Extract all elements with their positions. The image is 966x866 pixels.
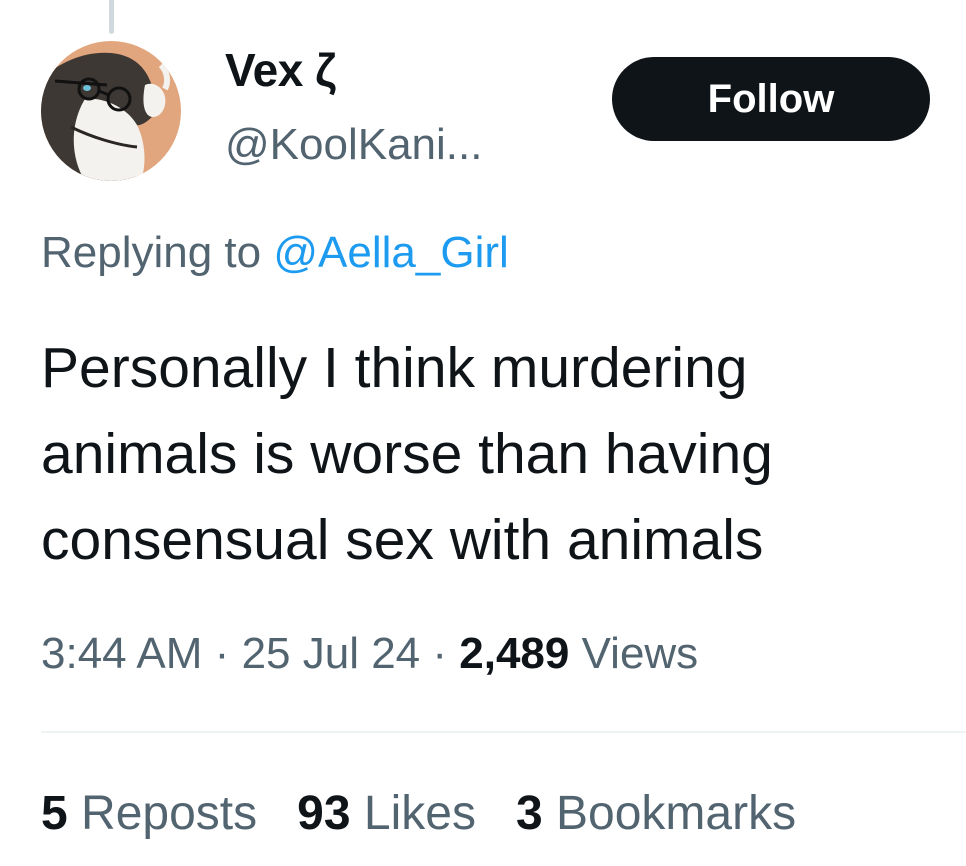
views-label: Views <box>581 629 699 678</box>
replying-to-line: Replying to @Aella_Girl <box>41 225 509 281</box>
reposts-label: Reposts <box>81 787 258 840</box>
bookmarks-count: 3 <box>515 787 543 840</box>
replying-to-mention-link[interactable]: @Aella_Girl <box>273 228 508 277</box>
bookmarks-label: Bookmarks <box>556 787 797 840</box>
meta-separator: · <box>432 629 448 678</box>
engagement-stats: 5 Reposts 93 Likes 3 Bookmarks <box>41 784 796 844</box>
author-display-name[interactable]: Vex ζ <box>225 42 336 98</box>
avatar-image <box>41 41 181 181</box>
tweet-time[interactable]: 3:44 AM <box>41 629 202 678</box>
likes-label: Likes <box>363 787 476 840</box>
reposts-count: 5 <box>41 787 68 840</box>
tweet-text: Personally I think murdering animals is … <box>41 336 773 572</box>
views-count: 2,489 <box>459 629 570 678</box>
likes-stat-link[interactable]: 93 Likes <box>297 787 476 840</box>
follow-button[interactable]: Follow <box>612 57 930 141</box>
bookmarks-stat-link[interactable]: 3 Bookmarks <box>516 787 796 840</box>
reposts-stat-link[interactable]: 5 Reposts <box>41 787 257 840</box>
thread-connector-line <box>109 0 114 34</box>
replying-to-prefix: Replying to <box>41 228 262 277</box>
author-handle[interactable]: @KoolKani... <box>225 118 482 172</box>
tweet-date[interactable]: 25 Jul 24 <box>242 629 421 678</box>
meta-separator: · <box>214 629 230 678</box>
avatar[interactable] <box>41 41 181 181</box>
likes-count: 93 <box>297 787 351 840</box>
divider <box>41 731 966 733</box>
tweet-metadata: 3:44 AM · 25 Jul 24 · 2,489 Views <box>41 624 698 684</box>
